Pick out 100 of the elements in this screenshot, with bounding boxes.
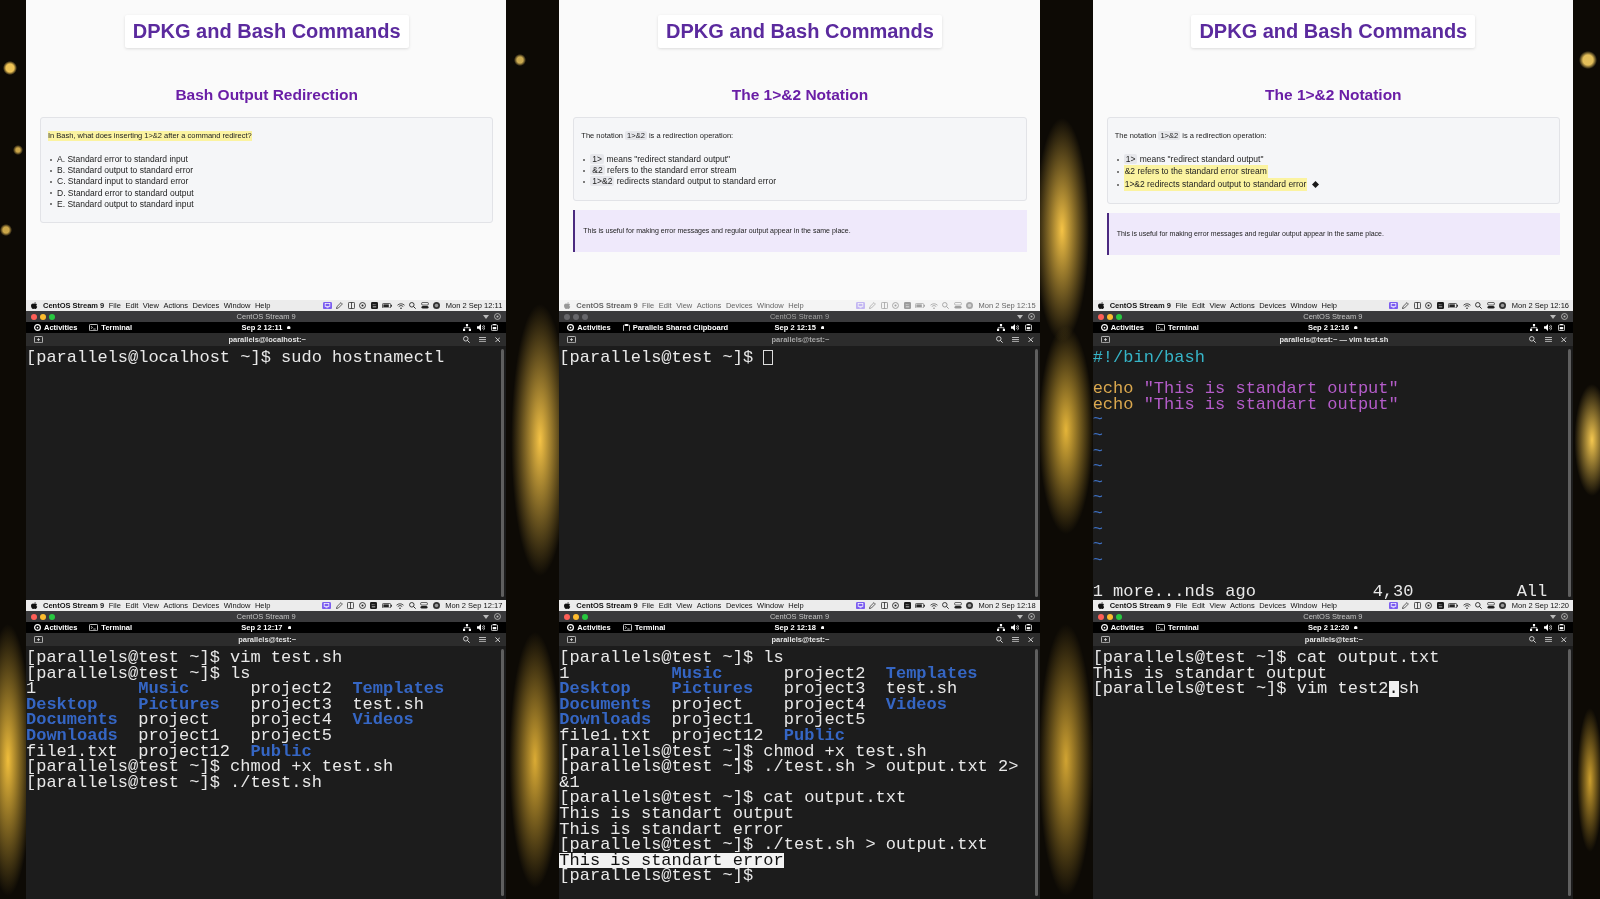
gear-icon[interactable] <box>892 602 899 609</box>
network-icon[interactable] <box>463 323 472 332</box>
gear-icon[interactable] <box>1425 602 1433 609</box>
pencil-icon[interactable] <box>335 602 343 609</box>
caret-icon[interactable] <box>1550 314 1556 319</box>
wifi-icon[interactable] <box>396 602 405 609</box>
apple-icon[interactable] <box>1097 601 1105 610</box>
volume-icon[interactable] <box>1010 623 1019 632</box>
close-icon[interactable] <box>494 336 501 343</box>
zoom-button[interactable] <box>1115 313 1122 320</box>
gear-icon[interactable] <box>359 302 367 309</box>
close-button[interactable] <box>564 613 571 620</box>
keyboard-icon[interactable] <box>370 302 378 309</box>
menu-icon[interactable] <box>1545 336 1553 343</box>
battery-icon[interactable] <box>1448 602 1459 609</box>
new-tab-icon[interactable] <box>567 635 577 644</box>
battery-icon[interactable] <box>1448 302 1459 309</box>
volume-icon[interactable] <box>1544 623 1552 632</box>
wifi-icon[interactable] <box>396 302 405 309</box>
display-icon[interactable] <box>322 301 332 310</box>
close-icon[interactable] <box>494 636 501 643</box>
keyboard-icon[interactable] <box>1436 602 1444 609</box>
caret-icon[interactable] <box>1550 614 1556 619</box>
caret-icon[interactable] <box>483 614 490 619</box>
close-button[interactable] <box>31 613 37 620</box>
battery-icon[interactable] <box>382 302 393 309</box>
search-icon[interactable] <box>409 302 417 309</box>
pencil-icon[interactable] <box>1402 302 1410 309</box>
window-icon[interactable] <box>1413 302 1421 309</box>
wifi-icon[interactable] <box>929 602 938 609</box>
scrollbar[interactable] <box>501 649 505 896</box>
network-icon[interactable] <box>463 623 472 632</box>
window-icon[interactable] <box>347 602 355 609</box>
pencil-icon[interactable] <box>1402 602 1410 609</box>
pencil-icon[interactable] <box>336 302 344 309</box>
network-icon[interactable] <box>996 623 1005 632</box>
close-button[interactable] <box>31 313 37 320</box>
circle-icon[interactable] <box>432 602 440 609</box>
toggle-icon[interactable] <box>953 602 962 609</box>
search-icon[interactable] <box>942 602 949 609</box>
close-icon[interactable] <box>1561 636 1567 643</box>
keyboard-icon[interactable] <box>370 602 378 609</box>
battery-icon[interactable] <box>381 602 392 609</box>
apple-icon[interactable] <box>1097 301 1105 310</box>
window-icon[interactable] <box>1413 602 1421 609</box>
search-icon[interactable] <box>408 602 416 609</box>
wifi-icon[interactable] <box>1462 302 1471 309</box>
zoom-button[interactable] <box>49 613 55 620</box>
minimize-button[interactable] <box>1106 313 1113 320</box>
close-icon[interactable] <box>1561 336 1567 343</box>
circle-icon[interactable] <box>966 602 973 609</box>
menu-icon[interactable] <box>1545 636 1553 643</box>
window-icon[interactable] <box>347 302 355 309</box>
scrollbar[interactable] <box>1568 349 1571 597</box>
caret-icon[interactable] <box>1016 614 1023 619</box>
toggle-icon[interactable] <box>1486 302 1495 309</box>
new-tab-icon[interactable] <box>34 635 43 644</box>
menu-icon[interactable] <box>1012 636 1020 643</box>
gear-icon[interactable] <box>1425 302 1433 309</box>
caret-icon[interactable] <box>483 314 490 319</box>
close-button[interactable] <box>1097 613 1104 620</box>
search-icon[interactable] <box>996 636 1004 643</box>
wifi-icon[interactable] <box>1462 602 1471 609</box>
volume-icon[interactable] <box>477 323 486 332</box>
circle-icon[interactable] <box>1499 602 1507 609</box>
new-tab-icon[interactable] <box>1100 635 1110 644</box>
menu-icon[interactable] <box>478 336 486 343</box>
scrollbar[interactable] <box>1034 649 1038 896</box>
search-icon[interactable] <box>1529 636 1537 643</box>
search-icon[interactable] <box>1475 602 1483 609</box>
minimize-button[interactable] <box>573 613 580 620</box>
toggle-icon[interactable] <box>420 602 429 609</box>
minimize-button[interactable] <box>1106 613 1113 620</box>
display-icon[interactable] <box>322 601 332 610</box>
volume-icon[interactable] <box>477 623 486 632</box>
network-icon[interactable] <box>1530 623 1538 632</box>
close-button[interactable] <box>1097 313 1104 320</box>
volume-icon[interactable] <box>1544 323 1552 332</box>
toggle-icon[interactable] <box>420 302 429 309</box>
keyboard-icon[interactable] <box>903 602 911 609</box>
apple-icon[interactable] <box>31 601 38 610</box>
zoom-button[interactable] <box>1115 613 1122 620</box>
new-tab-icon[interactable] <box>1100 335 1110 344</box>
minimize-button[interactable] <box>40 313 46 320</box>
circle-icon[interactable] <box>433 302 441 309</box>
display-icon[interactable] <box>1388 301 1398 310</box>
gear-icon[interactable] <box>358 602 366 609</box>
window-icon[interactable] <box>880 602 888 609</box>
keyboard-icon[interactable] <box>1436 302 1444 309</box>
apple-icon[interactable] <box>31 301 38 310</box>
battery-icon[interactable] <box>915 602 925 609</box>
toggle-icon[interactable] <box>1486 602 1495 609</box>
search-icon[interactable] <box>1529 336 1537 343</box>
apple-icon[interactable] <box>564 601 571 610</box>
network-icon[interactable] <box>1530 323 1538 332</box>
close-icon[interactable] <box>1028 636 1034 643</box>
display-icon[interactable] <box>1388 601 1398 610</box>
minimize-button[interactable] <box>40 613 46 620</box>
circle-icon[interactable] <box>1499 302 1507 309</box>
display-icon[interactable] <box>855 601 865 610</box>
